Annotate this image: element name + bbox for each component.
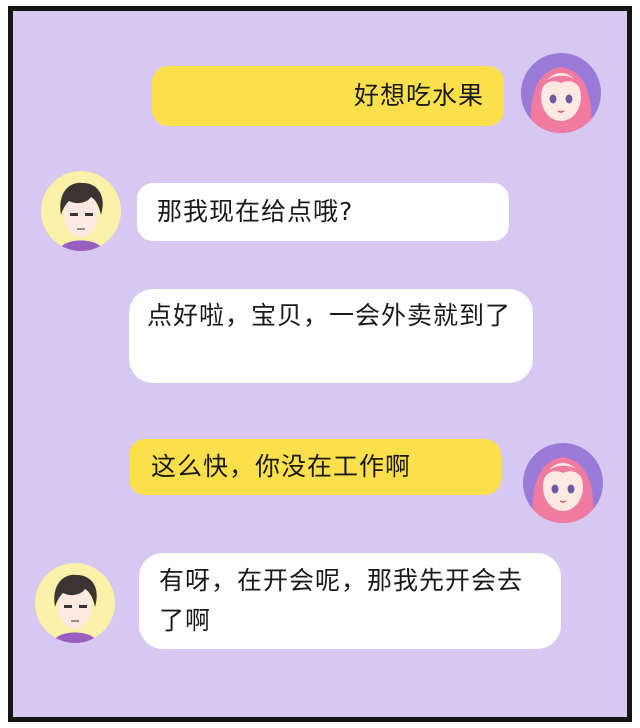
message-text: 这么快，你没在工作啊 xyxy=(151,452,412,481)
girl-avatar-icon xyxy=(523,443,603,523)
message-bubble-boy: 那我现在给点哦? xyxy=(137,183,509,241)
boy-avatar-icon xyxy=(35,563,115,643)
message-text: 好想吃水果 xyxy=(353,81,484,110)
girl-avatar-icon xyxy=(521,53,601,133)
chat-panel: 好想吃水果 那我现在给点哦? 点好啦，宝贝，一会外卖就到了 这么快，你没在工作啊… xyxy=(8,6,632,722)
boy-avatar-icon xyxy=(41,171,121,251)
message-text: 有呀，在开会呢，那我先开会去了啊 xyxy=(159,566,524,635)
message-text: 那我现在给点哦? xyxy=(157,197,354,226)
message-bubble-girl: 这么快，你没在工作啊 xyxy=(129,439,501,495)
message-bubble-girl: 好想吃水果 xyxy=(152,66,504,126)
message-text: 点好啦，宝贝，一会外卖就到了 xyxy=(147,301,512,330)
message-bubble-boy: 有呀，在开会呢，那我先开会去了啊 xyxy=(139,553,561,649)
message-bubble-boy: 点好啦，宝贝，一会外卖就到了 xyxy=(129,289,533,383)
